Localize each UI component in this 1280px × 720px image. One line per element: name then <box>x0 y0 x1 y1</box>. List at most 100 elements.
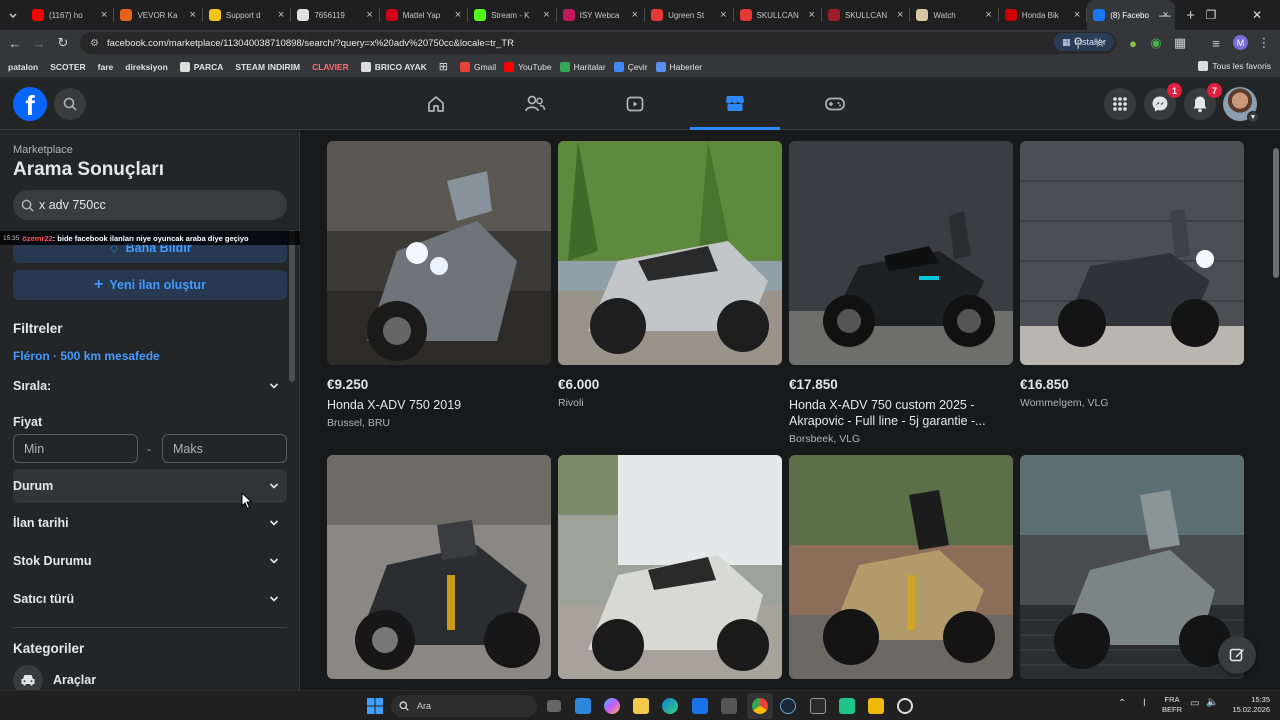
listing-photo[interactable] <box>327 141 551 365</box>
extensions-puzzle-icon[interactable]: ▦ <box>1168 31 1192 55</box>
tab-close-icon[interactable]: × <box>189 9 195 21</box>
browser-tab[interactable]: Ugreen St × <box>645 0 732 30</box>
network-icon[interactable]: ▭ <box>1190 698 1199 709</box>
nav-friends[interactable] <box>490 78 580 130</box>
browser-tab[interactable]: Watch × <box>910 0 997 30</box>
steam-icon[interactable] <box>780 698 796 714</box>
tab-close-icon[interactable]: × <box>278 9 284 21</box>
task-view-icon[interactable] <box>547 700 561 712</box>
browser-tab[interactable]: VEVOR Ka × <box>114 0 201 30</box>
bookmark-folder[interactable]: PARCA <box>179 61 223 72</box>
epic-games-icon[interactable] <box>810 698 826 714</box>
clock[interactable]: 15:35 15.02.2026 <box>1226 695 1270 715</box>
listing-card[interactable] <box>558 455 782 690</box>
browser-tab[interactable]: (1167) ho × <box>26 0 113 30</box>
tab-close-icon[interactable]: × <box>720 9 726 21</box>
listing-card[interactable]: €9.250 Honda X-ADV 750 2019 Brussel, BRU <box>327 141 551 429</box>
zoom-icon[interactable]: ⚲ <box>1066 31 1090 55</box>
browser-tab[interactable]: ISY Webca × <box>557 0 644 30</box>
listing-photo[interactable] <box>1020 141 1244 365</box>
notifications-button[interactable]: 7 <box>1184 83 1222 120</box>
breadcrumb-marketplace[interactable]: Marketplace <box>13 144 73 156</box>
tray-expand-icon[interactable]: ⌃ <box>1118 698 1126 709</box>
sidebar-scrollbar[interactable] <box>289 230 295 382</box>
bookmark-gmail[interactable]: Gmail <box>459 61 496 72</box>
browser-tab[interactable]: 7656119 × <box>291 0 378 30</box>
price-min-input[interactable]: Min <box>13 434 138 463</box>
browser-tab[interactable]: SKULLCAN × <box>822 0 909 30</box>
listing-photo[interactable] <box>789 141 1013 365</box>
browser-tab[interactable]: Support d × <box>203 0 290 30</box>
microphone-icon[interactable]: ⏽ <box>1140 697 1149 710</box>
listing-photo[interactable] <box>558 455 782 679</box>
bookmark-translate[interactable]: Çevir <box>613 61 648 72</box>
tab-close-icon[interactable]: × <box>1074 9 1080 21</box>
location-filter-link[interactable]: Fléron · 500 km mesafede <box>13 349 160 363</box>
binance-icon[interactable] <box>868 698 884 714</box>
facebook-search-button[interactable] <box>54 88 86 120</box>
edge-icon[interactable] <box>662 698 678 714</box>
price-max-input[interactable]: Maks <box>162 434 287 463</box>
nav-video[interactable] <box>590 78 680 130</box>
account-avatar[interactable]: ▼ <box>1223 87 1259 123</box>
main-scrollbar[interactable] <box>1273 148 1279 278</box>
listing-photo[interactable] <box>327 455 551 679</box>
listing-card[interactable]: €16.850 Wommelgem, VLG <box>1020 141 1244 409</box>
date-listed-dropdown[interactable]: İlan tarihi <box>13 506 287 540</box>
messenger-button[interactable]: 1 <box>1144 83 1182 120</box>
extension-shield-icon[interactable]: ◉ <box>1144 31 1168 55</box>
nav-gaming[interactable] <box>790 78 880 130</box>
nav-home[interactable] <box>391 78 481 130</box>
tab-close-icon[interactable]: × <box>985 9 991 21</box>
category-vehicles[interactable]: Araçlar <box>13 665 96 690</box>
tab-close-icon[interactable]: × <box>632 9 638 21</box>
listing-photo[interactable] <box>1020 455 1244 679</box>
media-control-icon[interactable]: ≡ <box>1204 31 1228 55</box>
browser-tab[interactable]: Mattel Yap × <box>380 0 467 30</box>
bookmark-folder[interactable]: BRICO AYAK <box>360 61 427 72</box>
back-button[interactable]: ← <box>3 31 27 55</box>
extension-icon[interactable]: ● <box>1121 31 1145 55</box>
microsoft-store-icon[interactable] <box>575 698 591 714</box>
facebook-logo[interactable]: f <box>13 87 47 121</box>
listing-card[interactable]: €17.850 Honda X-ADV 750 custom 2025 - Ak… <box>789 141 1013 445</box>
bookmark-item[interactable]: patalon <box>8 62 38 72</box>
listing-card[interactable] <box>327 455 551 690</box>
obs-icon[interactable] <box>897 698 913 714</box>
profile-avatar[interactable]: M <box>1233 35 1248 50</box>
listing-photo[interactable] <box>789 455 1013 679</box>
marketplace-search-input[interactable]: x adv 750cc <box>13 190 287 220</box>
tab-close-icon[interactable]: × <box>543 9 549 21</box>
browser-tab[interactable]: Honda Bik × <box>999 0 1086 30</box>
bookmark-item[interactable]: SCOTER <box>50 62 85 72</box>
chrome-icon[interactable] <box>752 698 768 714</box>
volume-icon[interactable]: 🔈 <box>1206 697 1218 708</box>
bookmark-item[interactable]: CLAVIER <box>312 62 349 72</box>
file-explorer-icon[interactable] <box>633 698 649 714</box>
copilot-icon[interactable] <box>604 698 620 714</box>
browser-tab[interactable]: SKULLCAN × <box>734 0 821 30</box>
close-window-button[interactable]: ✕ <box>1234 0 1280 30</box>
tab-close-icon[interactable]: × <box>897 9 903 21</box>
bookmark-youtube[interactable]: YouTube <box>504 61 552 72</box>
bookmark-maps[interactable]: Haritalar <box>559 61 606 72</box>
gamepad-app-icon[interactable] <box>839 698 855 714</box>
tab-search-icon[interactable] <box>0 3 26 27</box>
forward-button[interactable]: → <box>27 31 51 55</box>
create-listing-button[interactable]: + Yeni ilan oluştur <box>13 270 287 300</box>
bookmark-item[interactable]: STEAM INDIRIM <box>235 62 300 72</box>
seller-type-dropdown[interactable]: Satıcı türü <box>13 582 287 616</box>
tab-close-icon[interactable]: × <box>455 9 461 21</box>
sort-dropdown[interactable]: Sırala: <box>13 369 287 403</box>
tab-close-icon[interactable]: × <box>809 9 815 21</box>
bookmark-item[interactable]: fare <box>98 62 114 72</box>
tab-close-icon[interactable]: × <box>366 9 372 21</box>
site-info-icon[interactable]: ⚙ <box>90 38 99 49</box>
browser-tab[interactable]: Stream - K × <box>468 0 555 30</box>
language-indicator[interactable]: FRA BEFR <box>1162 695 1182 715</box>
listing-card[interactable]: €6.000 Rivoli <box>558 141 782 409</box>
listing-card[interactable] <box>789 455 1013 690</box>
maximize-button[interactable]: ❐ <box>1188 0 1234 30</box>
address-bar[interactable]: ⚙ facebook.com/marketplace/1130400387108… <box>80 32 1116 54</box>
nav-marketplace[interactable] <box>690 78 780 130</box>
